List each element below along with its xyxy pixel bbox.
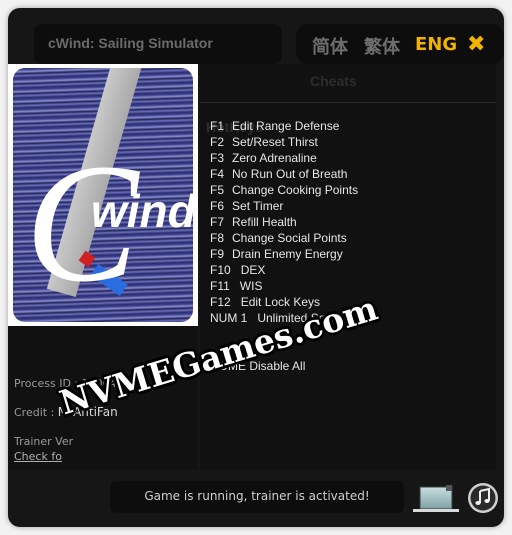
- hotkey-list: F1 Edit Range Defense F2 Set/Reset Thirst F3…: [210, 119, 358, 327]
- hotkey-row: F5 Change Cooking Points: [210, 183, 358, 199]
- hotkey-action: Set Timer: [232, 199, 284, 213]
- trainer-version: Trainer Ver: [14, 435, 74, 448]
- title-bar: cWind: Sailing Simulator: [34, 24, 282, 64]
- hotkey-key: F5: [210, 183, 225, 197]
- hotkey-key: F10: [210, 263, 231, 277]
- hotkey-row: F7 Refill Health: [210, 215, 358, 231]
- window-title: cWind: Sailing Simulator: [48, 35, 213, 51]
- hotkey-row: F6 Set Timer: [210, 199, 358, 215]
- hotkey-row: F2 Set/Reset Thirst: [210, 135, 358, 151]
- hotkey-key: F9: [210, 247, 225, 261]
- music-icon[interactable]: [467, 482, 499, 514]
- hotkey-action: Zero Adrenaline: [232, 151, 317, 165]
- hotkey-action: Refill Health: [232, 215, 297, 229]
- hotkey-key: F3: [210, 151, 225, 165]
- cover-artwork: C wind: [13, 68, 193, 322]
- lang-traditional-chinese-button[interactable]: 繁体: [364, 33, 400, 59]
- logo-text: wind: [91, 185, 193, 237]
- hotkey-key: F4: [210, 167, 225, 181]
- status-message: Game is running, trainer is activated!: [144, 489, 370, 503]
- hotkey-action: Edit Range Defense: [232, 119, 340, 133]
- right-panel: HotKeys Cheats F1 Edit Range Defense F2 Set…: [200, 64, 496, 470]
- hotkey-key: F11: [210, 279, 230, 293]
- hotkey-row: F1 Edit Range Defense: [210, 119, 358, 135]
- hotkey-action: No Run Out of Breath: [232, 167, 348, 181]
- lang-english-button[interactable]: ENG: [415, 34, 457, 55]
- language-selector: 简体 繁体 ENG ✖: [296, 24, 504, 64]
- hotkey-action: Drain Enemy Energy: [232, 247, 343, 261]
- hotkey-key: NUM 1: [210, 311, 248, 325]
- hotkey-row: F8 Change Social Points: [210, 231, 358, 247]
- laptop-icon[interactable]: [412, 483, 460, 513]
- credit-label: Credit :: [14, 406, 58, 419]
- hotkey-row: F3 Zero Adrenaline: [210, 151, 358, 167]
- close-icon[interactable]: ✖: [467, 32, 485, 57]
- hotkey-key: F8: [210, 231, 225, 245]
- game-cover-image: C wind: [8, 64, 198, 326]
- check-update-link[interactable]: Check fo: [14, 450, 62, 463]
- hotkey-key: F2: [210, 135, 225, 149]
- tab-cheats[interactable]: Cheats: [310, 73, 357, 89]
- hotkey-key: F7: [210, 215, 225, 229]
- hotkey-key: F6: [210, 199, 225, 213]
- hotkey-key: F1: [210, 119, 225, 133]
- status-bar: Game is running, trainer is activated!: [110, 481, 404, 513]
- tab-bar: HotKeys Cheats: [200, 64, 496, 135]
- lang-simplified-chinese-button[interactable]: 简体: [312, 33, 348, 59]
- hotkey-key: F12: [210, 295, 231, 309]
- hotkey-action: Change Cooking Points: [232, 183, 359, 197]
- hotkey-row: F11 WIS: [210, 279, 358, 295]
- hotkey-row: F9 Drain Enemy Energy: [210, 247, 358, 263]
- hotkey-row: F4 No Run Out of Breath: [210, 167, 358, 183]
- hotkey-action: Set/Reset Thirst: [232, 135, 318, 149]
- hotkey-action: DEX: [240, 263, 266, 277]
- hotkey-action: Change Social Points: [232, 231, 347, 245]
- hotkey-action: WIS: [239, 279, 263, 293]
- hotkey-row: F10 DEX: [210, 263, 358, 279]
